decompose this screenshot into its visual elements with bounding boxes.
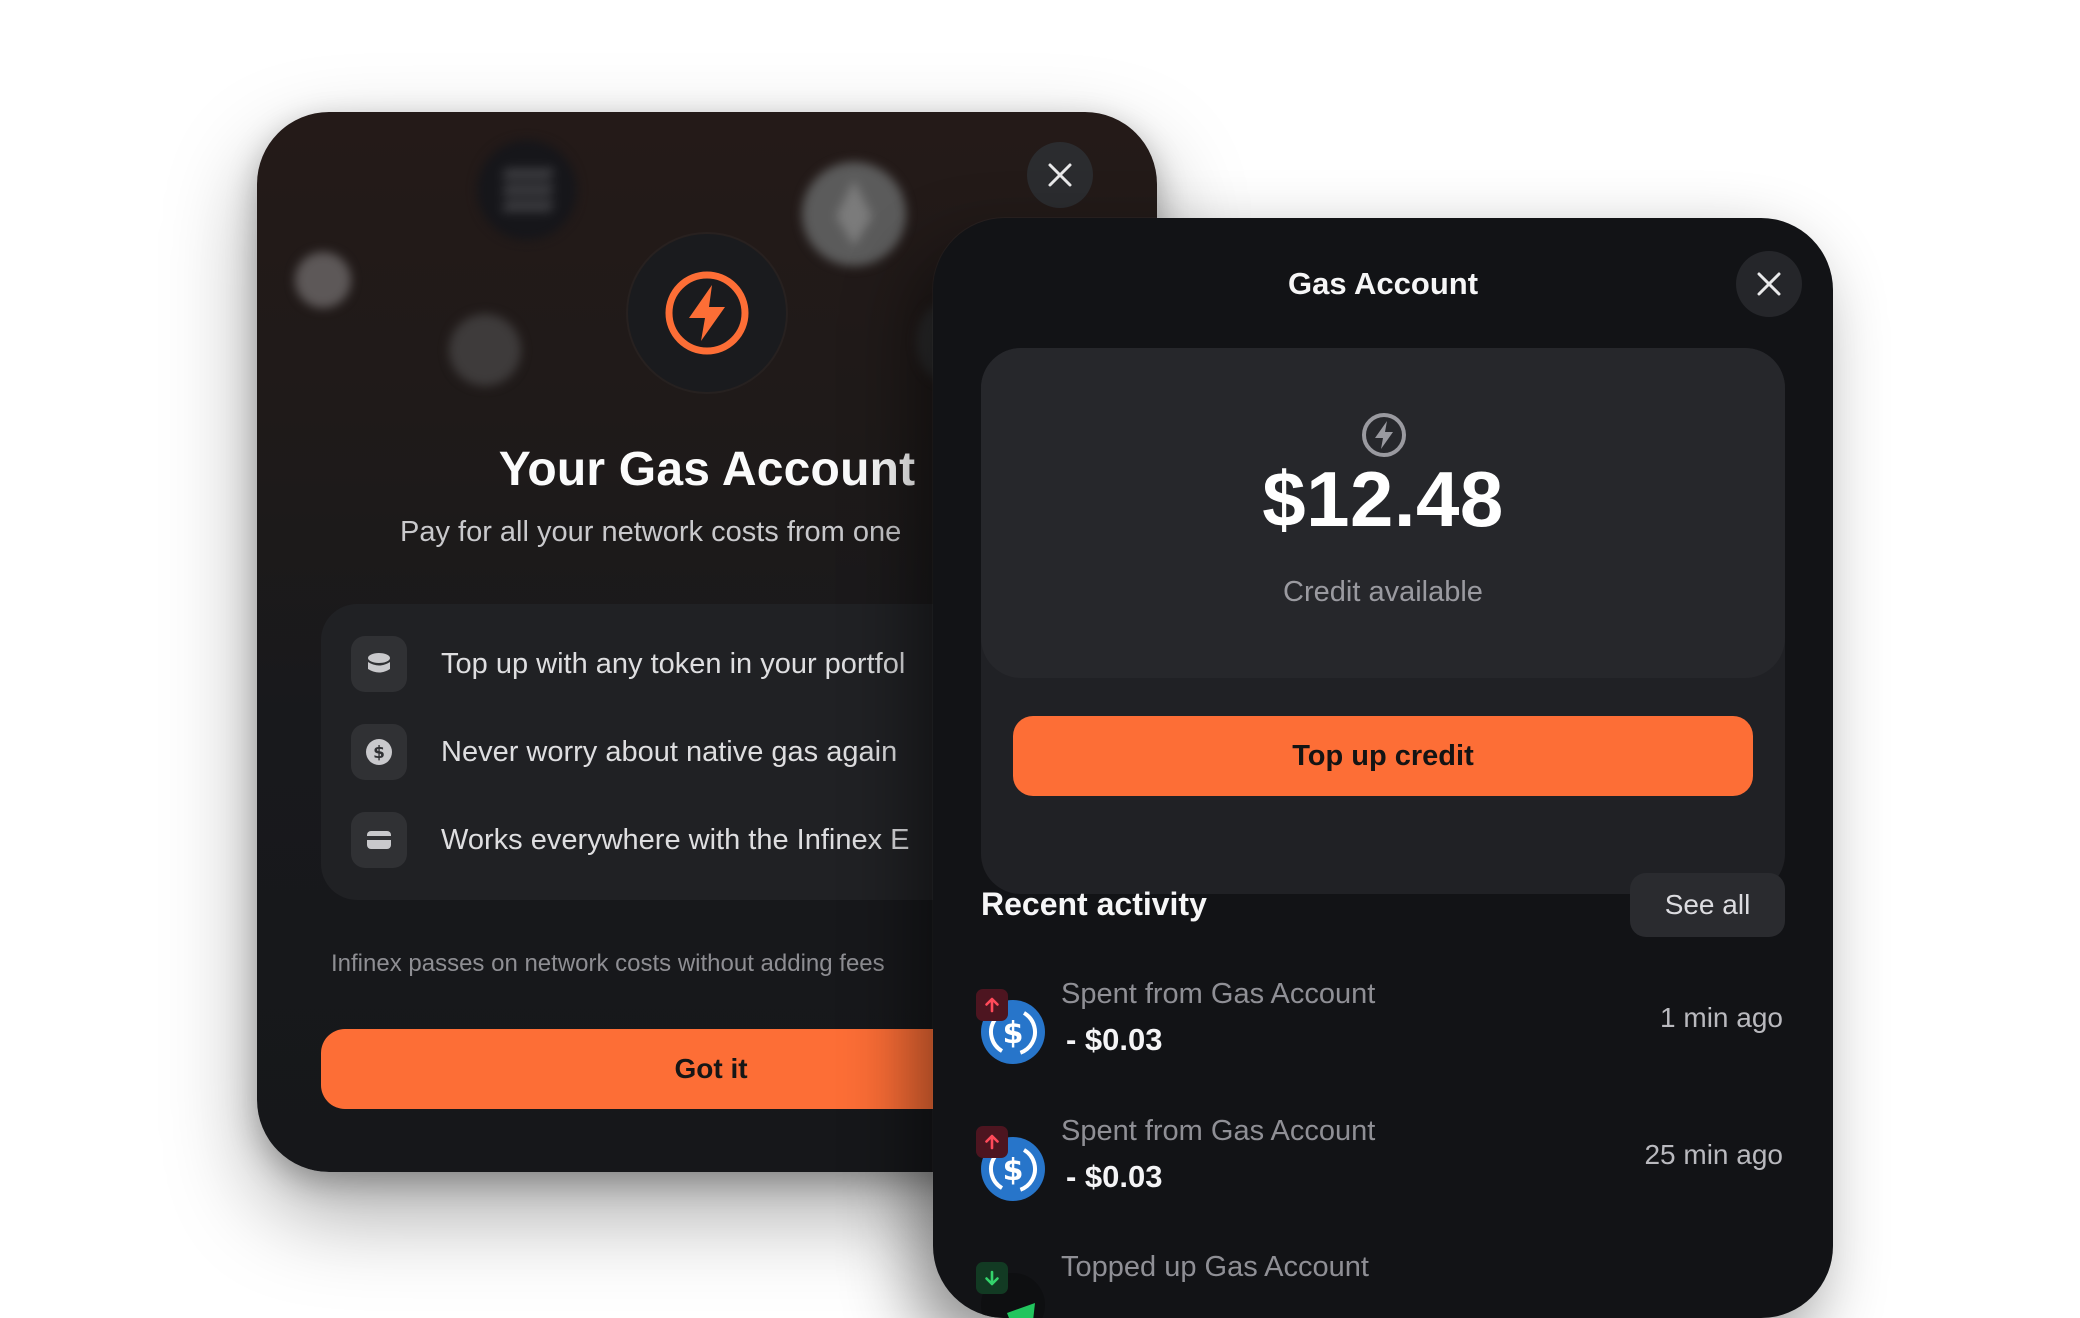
close-button[interactable]: [1736, 251, 1802, 317]
recent-activity-heading: Recent activity: [981, 886, 1207, 922]
svg-text:$: $: [1003, 1153, 1024, 1188]
feature-item: $ Never worry about native gas again: [351, 724, 897, 780]
lightning-icon: [1362, 413, 1406, 457]
card-icon: [351, 812, 407, 868]
chainlink-coin-icon: [449, 314, 521, 386]
activity-time: 25 min ago: [1644, 1139, 1783, 1170]
feature-text: Top up with any token in your portfol: [441, 647, 906, 680]
coin-stack-icon: [351, 636, 407, 692]
close-button[interactable]: [1027, 142, 1093, 208]
balance-summary: $12.48 Credit available: [981, 348, 1785, 678]
activity-amount: - $0.03: [1066, 1022, 1163, 1057]
activity-amount: - $0.03: [1066, 1159, 1163, 1194]
close-icon: [1757, 272, 1781, 296]
activity-item[interactable]: $ Spent from Gas Account - $0.03 25 min …: [976, 1115, 1785, 1215]
top-up-credit-button[interactable]: Top up credit: [1013, 716, 1753, 796]
activity-time: 1 min ago: [1660, 1002, 1783, 1033]
close-icon: [1048, 163, 1072, 187]
svg-text:$: $: [373, 743, 385, 763]
gas-account-panel: Gas Account $12.48 Credit available Top …: [933, 218, 1833, 1318]
activity-label: Spent from Gas Account: [1061, 978, 1376, 1010]
lightning-icon: [665, 271, 749, 355]
activity-label: Topped up Gas Account: [1061, 1251, 1369, 1283]
balance-card: $12.48 Credit available Top up credit: [981, 348, 1785, 894]
gas-badge: [628, 234, 786, 392]
modal-subtitle: Pay for all your network costs from one: [400, 516, 902, 548]
activity-label: Spent from Gas Account: [1061, 1115, 1376, 1147]
feature-item: Works everywhere with the Infinex E: [351, 812, 910, 868]
feature-item: Top up with any token in your portfol: [351, 636, 905, 692]
balance-amount: $12.48: [1262, 455, 1504, 543]
arrow-up-icon: [976, 1126, 1008, 1158]
feature-text: Never worry about native gas again: [441, 735, 898, 768]
fee-note: Infinex passes on network costs without …: [331, 950, 885, 977]
ethereum-coin-icon: [802, 162, 906, 266]
balance-label: Credit available: [1283, 576, 1483, 608]
dollar-circle-icon: $: [351, 724, 407, 780]
feature-text: Works everywhere with the Infinex E: [441, 823, 910, 856]
arrow-up-icon: [976, 989, 1008, 1021]
coin-icon: [295, 252, 351, 308]
solana-coin-icon: [477, 140, 577, 240]
see-all-button[interactable]: See all: [1630, 873, 1785, 937]
panel-title: Gas Account: [1287, 266, 1479, 301]
activity-item[interactable]: Topped up Gas Account: [976, 1251, 1785, 1318]
activity-item[interactable]: $ Spent from Gas Account - $0.03 1 min a…: [976, 978, 1785, 1078]
svg-text:$: $: [1003, 1016, 1024, 1051]
arrow-down-icon: [976, 1262, 1008, 1294]
